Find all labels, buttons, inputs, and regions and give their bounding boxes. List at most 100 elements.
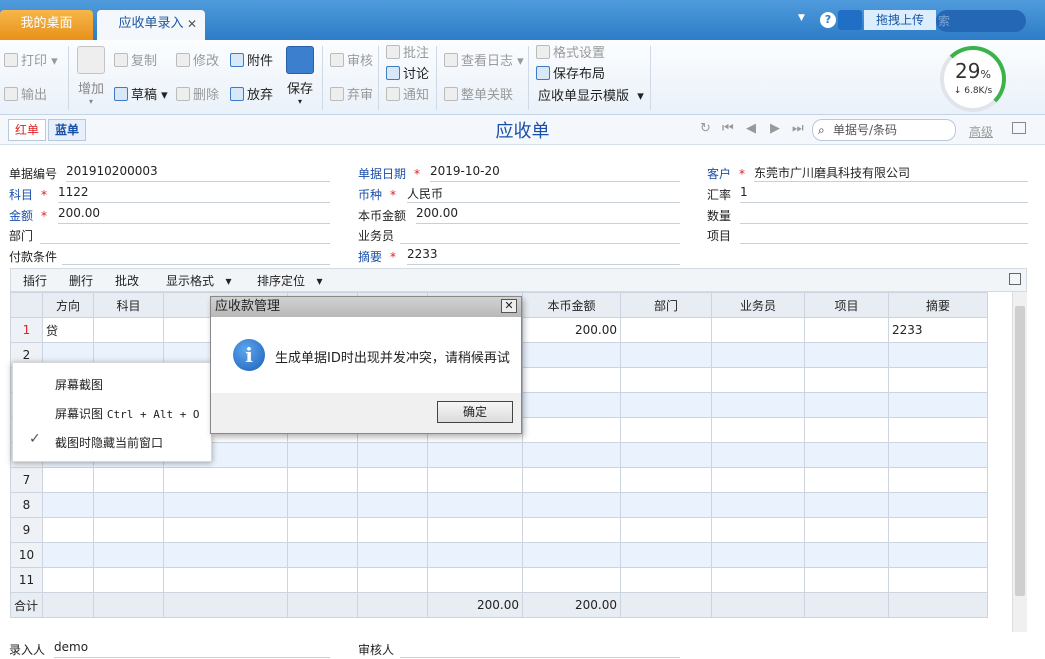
grid-cell[interactable] — [287, 467, 358, 493]
attach-button[interactable]: 附件 — [230, 52, 273, 72]
grid-cell[interactable] — [93, 567, 164, 593]
doc-date-field[interactable]: 2019-10-20 — [430, 164, 680, 182]
grid-header-cell[interactable]: 方向 — [42, 292, 94, 318]
edit-button[interactable]: 修改 — [176, 52, 219, 72]
grid-cell[interactable] — [522, 442, 621, 468]
grid-cell[interactable] — [620, 417, 712, 443]
currency-field[interactable]: 人民币 — [407, 185, 680, 203]
dept-field[interactable] — [40, 226, 330, 244]
grid-cell[interactable] — [804, 367, 889, 393]
grid-cell[interactable] — [287, 492, 358, 518]
amount-field[interactable]: 200.00 — [58, 206, 330, 224]
grid-cell[interactable] — [620, 442, 712, 468]
global-search-input[interactable]: 索 — [936, 10, 1026, 32]
grid-cell[interactable] — [620, 542, 712, 568]
abandon-button[interactable]: 放弃 — [230, 86, 273, 106]
discuss-button[interactable]: 讨论 — [386, 65, 429, 85]
grid-cell[interactable] — [711, 342, 805, 368]
grid-cell[interactable] — [522, 517, 621, 543]
grid-cell[interactable] — [888, 367, 988, 393]
table-row[interactable]: 8 — [10, 492, 988, 518]
grid-cell[interactable]: 200.00 — [522, 317, 621, 343]
menu-item-screenshot[interactable]: 屏幕截图 — [55, 376, 103, 393]
upload-button[interactable]: 拖拽上传 — [864, 10, 936, 30]
table-row[interactable]: 7 — [10, 467, 988, 493]
link-button[interactable]: 整单关联 — [444, 86, 513, 106]
grid-cell[interactable] — [42, 467, 94, 493]
audit-button[interactable]: 审核 — [330, 52, 373, 72]
grid-cell[interactable] — [287, 542, 358, 568]
grid-cell[interactable] — [163, 567, 288, 593]
grid-cell[interactable] — [93, 467, 164, 493]
layout-toggle-icon[interactable] — [1012, 122, 1026, 134]
delete-row-button[interactable]: 删行 — [69, 272, 93, 289]
next-record-icon[interactable]: ▶ — [770, 121, 780, 136]
grid-cell[interactable] — [357, 442, 428, 468]
first-record-icon[interactable]: ⏮ — [722, 121, 734, 136]
grid-cell[interactable] — [711, 542, 805, 568]
print-button[interactable]: 打印 ▾ — [4, 52, 58, 72]
grid-cell[interactable]: 贷 — [42, 317, 94, 343]
notify-button[interactable]: 通知 — [386, 86, 429, 106]
grid-cell[interactable] — [620, 567, 712, 593]
grid-cell[interactable] — [42, 567, 94, 593]
doc-search-input[interactable]: ⌕ 单据号/条码 — [812, 119, 956, 141]
grid-cell[interactable] — [42, 517, 94, 543]
grid-cell[interactable] — [427, 492, 523, 518]
grid-header-cell[interactable]: 业务员 — [711, 292, 805, 318]
grid-cell[interactable] — [427, 567, 523, 593]
doc-no-field[interactable]: 201910200003 — [66, 164, 330, 182]
grid-cell[interactable] — [888, 492, 988, 518]
grid-cell[interactable] — [711, 442, 805, 468]
grid-cell[interactable] — [620, 517, 712, 543]
grid-cell[interactable] — [357, 492, 428, 518]
grid-cell[interactable] — [711, 567, 805, 593]
grid-cell[interactable] — [357, 567, 428, 593]
menu-item-hide-window[interactable]: 截图时隐藏当前窗口 — [55, 434, 163, 451]
qty-field[interactable] — [740, 206, 1028, 224]
format-settings-button[interactable]: 格式设置 — [536, 44, 605, 64]
delete-button[interactable]: 删除 — [176, 86, 219, 106]
grid-cell[interactable] — [711, 517, 805, 543]
grid-cell[interactable] — [804, 517, 889, 543]
grid-header-cell[interactable]: 项目 — [804, 292, 889, 318]
refresh-icon[interactable]: ↻ — [700, 121, 711, 136]
close-icon[interactable]: ✕ — [187, 10, 197, 38]
save-layout-button[interactable]: 保存布局 — [536, 65, 605, 85]
sort-locate-dropdown[interactable]: 排序定位 ▾ — [257, 272, 322, 289]
grid-cell[interactable] — [42, 492, 94, 518]
summary-field[interactable]: 2233 — [407, 247, 680, 265]
grid-cell[interactable] — [522, 492, 621, 518]
grid-cell[interactable] — [287, 517, 358, 543]
grid-header-cell[interactable]: 部门 — [620, 292, 712, 318]
grid-cell[interactable] — [888, 542, 988, 568]
menu-item-ocr[interactable]: 屏幕识图 Ctrl + Alt + O — [55, 405, 200, 422]
grid-cell[interactable] — [522, 467, 621, 493]
tab-my-desktop[interactable]: 我的桌面 — [0, 10, 93, 40]
add-button[interactable]: 增加 ▾ — [74, 46, 108, 106]
display-format-dropdown[interactable]: 显示格式 ▾ — [166, 272, 231, 289]
advanced-search-link[interactable]: 高级 — [969, 123, 993, 140]
grid-cell[interactable] — [522, 392, 621, 418]
grid-cell[interactable] — [804, 542, 889, 568]
tab-ar-entry[interactable]: 应收单录入 ✕ — [97, 10, 205, 40]
export-button[interactable]: 输出 — [4, 86, 47, 106]
local-amount-field[interactable]: 200.00 — [416, 206, 680, 224]
grid-cell[interactable] — [620, 342, 712, 368]
project-field[interactable] — [740, 226, 1028, 244]
terms-field[interactable] — [62, 247, 330, 265]
grid-cell[interactable] — [888, 342, 988, 368]
grid-header-cell[interactable]: 摘要 — [888, 292, 988, 318]
grid-cell[interactable] — [522, 567, 621, 593]
last-record-icon[interactable]: ⏭ — [792, 121, 804, 136]
grid-cell[interactable] — [888, 517, 988, 543]
grid-cell[interactable] — [888, 442, 988, 468]
grid-cell[interactable] — [804, 567, 889, 593]
grid-cell[interactable] — [804, 417, 889, 443]
copy-button[interactable]: 复制 — [114, 52, 157, 72]
grid-cell[interactable] — [163, 542, 288, 568]
grid-cell[interactable]: 2233 — [888, 317, 988, 343]
grid-cell[interactable] — [620, 392, 712, 418]
grid-cell[interactable] — [711, 392, 805, 418]
table-row[interactable]: 11 — [10, 567, 988, 593]
